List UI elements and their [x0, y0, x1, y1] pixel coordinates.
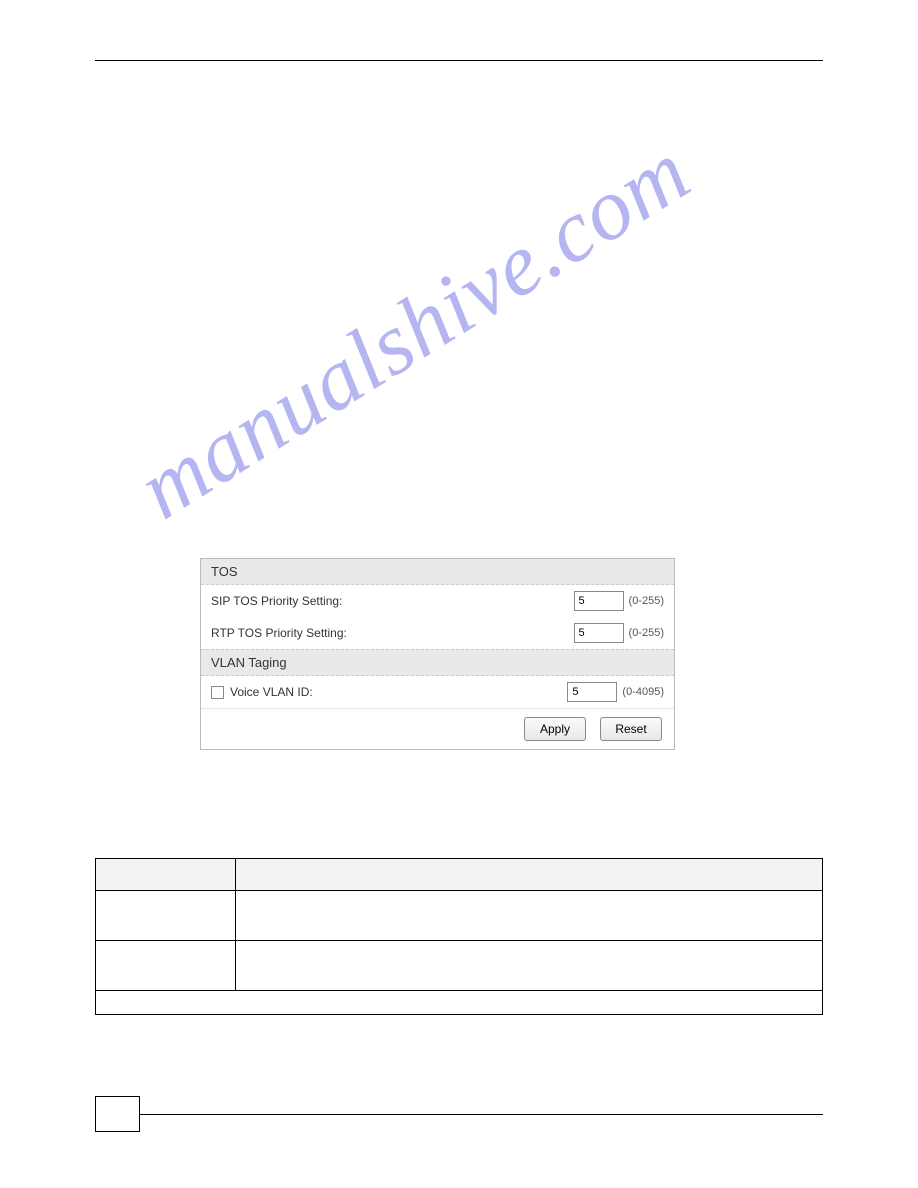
voice-vlan-label: Voice VLAN ID: — [230, 685, 567, 699]
watermark-text: manualshive.com — [121, 121, 707, 540]
page-bottom-rule — [140, 1114, 823, 1115]
reset-button[interactable]: Reset — [600, 717, 662, 741]
rtp-tos-row: RTP TOS Priority Setting: (0-255) — [201, 617, 674, 649]
rtp-tos-input[interactable] — [574, 623, 624, 643]
button-row: Apply Reset — [201, 708, 674, 749]
sip-tos-input[interactable] — [574, 591, 624, 611]
description-table — [95, 858, 823, 1015]
table-cell — [96, 891, 236, 941]
sip-tos-range: (0-255) — [629, 595, 664, 607]
voice-vlan-checkbox[interactable] — [211, 686, 224, 699]
voice-vlan-range: (0-4095) — [622, 686, 664, 698]
config-panel: TOS SIP TOS Priority Setting: (0-255) RT… — [200, 558, 675, 750]
tos-section-header: TOS — [201, 559, 674, 585]
table-header-col2 — [236, 859, 823, 891]
table-header-row — [96, 859, 823, 891]
sip-tos-row: SIP TOS Priority Setting: (0-255) — [201, 585, 674, 617]
page-rect-icon — [95, 1096, 140, 1132]
table-row — [96, 891, 823, 941]
table-cell — [236, 891, 823, 941]
table-row — [96, 941, 823, 991]
voice-vlan-input[interactable] — [567, 682, 617, 702]
rtp-tos-range: (0-255) — [629, 627, 664, 639]
page-top-rule — [95, 60, 823, 61]
table-footer-cell — [96, 991, 823, 1015]
table-cell — [96, 941, 236, 991]
sip-tos-label: SIP TOS Priority Setting: — [211, 594, 574, 608]
apply-button[interactable]: Apply — [524, 717, 586, 741]
rtp-tos-label: RTP TOS Priority Setting: — [211, 626, 574, 640]
table-header-col1 — [96, 859, 236, 891]
vlan-section-header: VLAN Taging — [201, 649, 674, 676]
voice-vlan-row: Voice VLAN ID: (0-4095) — [201, 676, 674, 708]
page-number-box — [95, 1096, 140, 1132]
table-footer-row — [96, 991, 823, 1015]
table-cell — [236, 941, 823, 991]
